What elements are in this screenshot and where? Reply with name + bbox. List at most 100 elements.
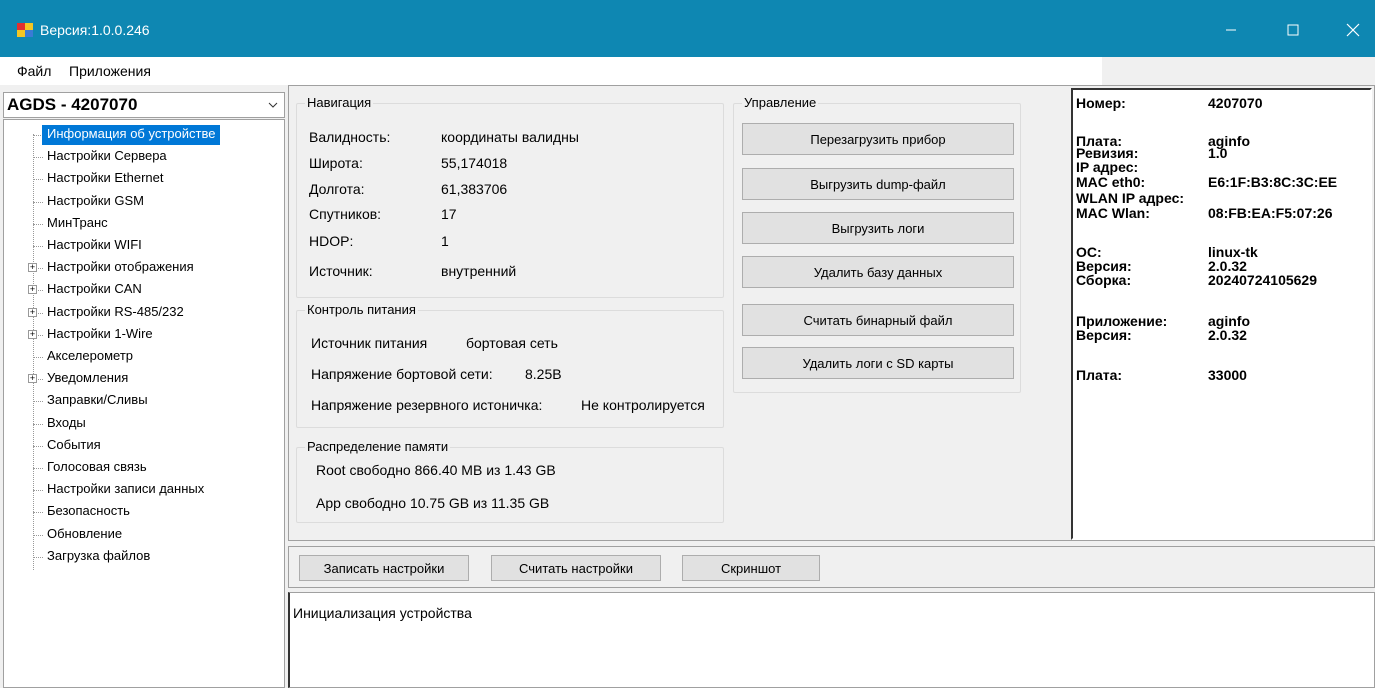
tree-item[interactable]: Заправки/Сливы [44, 391, 151, 411]
expand-plus-icon[interactable]: + [28, 307, 37, 317]
device-select-value: AGDS - 4207070 [7, 95, 138, 114]
tree-connector-line [33, 556, 43, 558]
tree-item[interactable]: Настройки RS-485/232 [44, 303, 187, 323]
tree-item[interactable]: Настройки Ethernet [44, 169, 167, 189]
close-icon [1346, 23, 1360, 37]
tree-item[interactable]: Настройки отображения [44, 258, 197, 278]
tree-item[interactable]: Настройки 1-Wire [44, 325, 156, 345]
info-value: 4207070 [1208, 95, 1263, 111]
tree-item[interactable]: Голосовая связь [44, 458, 150, 478]
nav-field-label: Долгота: [309, 181, 365, 197]
expand-plus-icon[interactable]: + [28, 329, 37, 339]
info-label: Приложение: [1076, 313, 1168, 329]
nav-field-value: 17 [441, 206, 457, 222]
maximize-button[interactable] [1270, 12, 1316, 48]
info-label: IP адрес: [1076, 159, 1139, 175]
tree-item[interactable]: Информация об устройстве [42, 125, 221, 145]
info-value: 1.0 [1208, 145, 1228, 161]
control-button[interactable]: Выгрузить логи [742, 212, 1014, 244]
memory-group-title: Распределение памяти [305, 439, 451, 454]
tree-connector-line [33, 401, 43, 403]
minimize-button[interactable] [1208, 12, 1254, 48]
tree-connector-line [33, 201, 43, 203]
tree-item[interactable]: Входы [44, 414, 89, 434]
write-settings-button[interactable]: Записать настройки [299, 555, 469, 581]
menu-apps[interactable]: Приложения [69, 63, 151, 79]
navigation-group-title: Навигация [305, 95, 374, 110]
log-line: Инициализация устройства [293, 605, 472, 621]
board-voltage-label: Напряжение бортовой сети: [311, 366, 493, 382]
memory-group: Распределение памяти [296, 439, 724, 523]
info-value: linux-tk [1208, 244, 1258, 260]
nav-field-value: 61,383706 [441, 181, 508, 197]
nav-field-value: внутренний [441, 263, 517, 279]
info-label: ОС: [1076, 244, 1102, 260]
info-value: 2.0.32 [1208, 258, 1247, 274]
tree-connector-line [33, 490, 43, 492]
tree-connector-line [33, 512, 43, 514]
tree-connector-line [33, 468, 43, 469]
close-button[interactable] [1330, 12, 1375, 48]
nav-field-label: Валидность: [309, 129, 391, 145]
info-label: MAC eth0: [1076, 174, 1146, 190]
tree-item[interactable]: Настройки WIFI [44, 236, 145, 256]
control-group-title: Управление [742, 95, 819, 110]
control-button[interactable]: Выгрузить dump-файл [742, 168, 1014, 200]
info-label: Сборка: [1076, 272, 1132, 288]
tree-connector-line [33, 134, 34, 570]
tree-connector-line [33, 357, 43, 358]
screenshot-button[interactable]: Скриншот [682, 555, 820, 581]
info-value: 08:FB:EA:F5:07:26 [1208, 205, 1333, 221]
tree-connector-line [33, 179, 43, 181]
tree-item[interactable]: Настройки CAN [44, 280, 145, 300]
info-label: MAC Wlan: [1076, 205, 1150, 221]
control-button[interactable]: Считать бинарный файл [742, 304, 1014, 336]
tree-item[interactable]: События [44, 436, 104, 456]
info-value: E6:1F:B3:8C:3C:EE [1208, 174, 1338, 190]
tree-item[interactable]: Настройки Сервера [44, 147, 170, 167]
tree-connector-line [33, 157, 43, 159]
tree-item[interactable]: Настройки записи данных [44, 480, 207, 500]
action-bar: Записать настройки Считать настройки Скр… [288, 546, 1375, 588]
power-source-label: Источник питания [311, 335, 428, 351]
memory-app: App свободно 10.75 GB из 11.35 GB [316, 495, 550, 511]
expand-plus-icon[interactable]: + [28, 374, 37, 384]
memory-root: Root свободно 866.40 MB из 1.43 GB [316, 462, 556, 478]
expand-plus-icon[interactable]: + [28, 285, 37, 295]
log-output[interactable]: Инициализация устройства [288, 592, 1375, 688]
maximize-icon [1287, 24, 1299, 36]
info-value: aginfo [1208, 313, 1250, 329]
power-source-value: бортовая сеть [466, 335, 558, 351]
expand-plus-icon[interactable]: + [28, 263, 37, 273]
nav-field-label: HDOP: [309, 233, 354, 249]
info-label: WLAN IP адрес: [1076, 190, 1185, 206]
read-settings-button[interactable]: Считать настройки [491, 555, 661, 581]
tree-item[interactable]: Уведомления [44, 369, 131, 389]
tree-connector-line [33, 445, 43, 447]
info-value: 20240724105629 [1208, 272, 1318, 288]
tree-item[interactable]: МинТранс [44, 214, 111, 234]
app-grid-icon[interactable] [17, 23, 33, 37]
tree-item[interactable]: Безопасность [44, 502, 133, 522]
power-group-title: Контроль питания [305, 302, 418, 317]
chevron-down-icon [268, 102, 278, 108]
settings-tree[interactable]: Информация об устройстве Настройки Сервер… [3, 119, 285, 688]
control-button[interactable]: Удалить базу данных [742, 256, 1014, 288]
control-button[interactable]: Перезагрузить прибор [742, 123, 1014, 155]
nav-field-value: 55,174018 [441, 155, 508, 171]
minimize-icon [1226, 29, 1236, 31]
tree-item[interactable]: Обновление [44, 525, 125, 545]
control-button[interactable]: Удалить логи с SD карты [742, 347, 1014, 379]
nav-field-label: Широта: [309, 155, 363, 171]
title-bar: Версия:1.0.0.246 [0, 0, 1375, 57]
menu-file[interactable]: Файл [17, 63, 51, 79]
device-select[interactable]: AGDS - 4207070 [3, 92, 285, 118]
info-label: Версия: [1076, 327, 1132, 343]
tree-item[interactable]: Акселерометр [44, 347, 136, 367]
tree-connector-line [33, 223, 43, 225]
tree-item[interactable]: Настройки GSM [44, 192, 147, 212]
tree-item[interactable]: Загрузка файлов [44, 547, 153, 567]
menu-bar: Файл Приложения [0, 57, 1375, 85]
menu-bar-strip [1102, 57, 1375, 85]
info-label: Номер: [1076, 95, 1126, 111]
